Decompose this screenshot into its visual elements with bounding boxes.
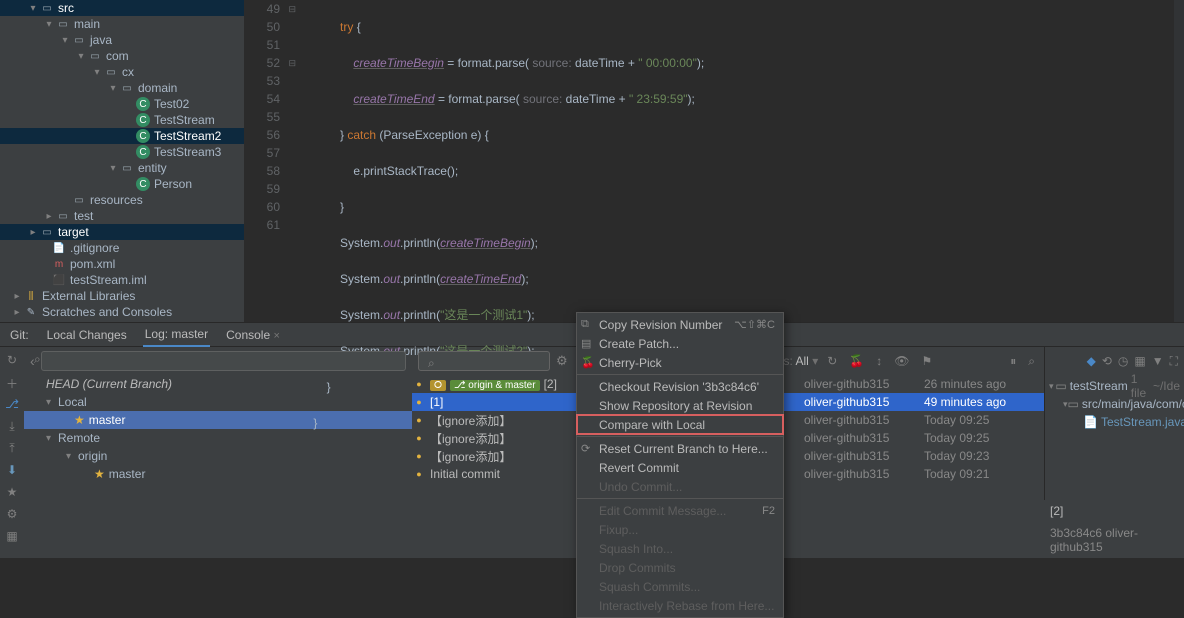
eye-icon[interactable]: 👁 [891,354,912,368]
menu-squash-commits: Squash Commits... [577,577,783,596]
commit-context-menu: ⧉Copy Revision Number⌥⇧⌘C ▤Create Patch.… [576,312,784,618]
back-icon[interactable]: ‹ [30,353,35,369]
cherry-pick-icon[interactable]: 🍒 [846,354,867,368]
reset-icon: ⟳ [581,442,590,455]
menu-undo-commit: Undo Commit... [577,477,783,496]
folder-icon: ▭ [72,193,86,207]
library-icon: ⫼ [24,289,38,303]
menu-reset-branch[interactable]: ⟳Reset Current Branch to Here... [577,439,783,458]
tree-class-teststream[interactable]: CTestStream [0,112,244,128]
tree-folder-entity[interactable]: ▾▭entity [0,160,244,176]
folder-icon: ▭ [104,65,118,79]
cherry-icon: 🍒 [581,356,595,369]
code-editor[interactable]: 49⊟ 50 51 52⊟ 53 54 55 56 57 58 59 60 61… [244,0,1184,322]
filter-gear-icon[interactable]: ⚙ [556,353,568,369]
tree-folder-main[interactable]: ▾▭main [0,16,244,32]
tree-external-libs[interactable]: ▸⫼External Libraries [0,288,244,304]
menu-create-patch[interactable]: ▤Create Patch... [577,334,783,353]
tree-folder-domain[interactable]: ▾▭domain [0,80,244,96]
maven-icon: m [52,257,66,271]
settings-icon[interactable]: ⚙ [5,507,19,521]
code-area[interactable]: try { createTimeBegin = format.parse( so… [300,0,1184,322]
menu-cherry-pick[interactable]: 🍒Cherry-Pick [577,353,783,372]
module-icon: ⬛ [52,273,66,287]
log-search-input[interactable] [418,351,550,371]
folder-icon: ▭ [40,1,54,15]
tab-log[interactable]: Log: master [143,323,210,347]
tree-folder-target[interactable]: ▸▭target [0,224,244,240]
tab-console[interactable]: Console × [224,324,282,346]
vcs-toolbar: ↻ ＋ ⎇ ⤓ ⤒ ⬇ ★ ⚙ ▦ [0,347,24,558]
push-icon[interactable]: ⤒ [5,441,19,455]
tree-class-teststream3[interactable]: CTestStream3 [0,144,244,160]
menu-checkout-revision[interactable]: Checkout Revision '3b3c84c6' [577,377,783,396]
more-icon[interactable]: ▦ [5,529,19,543]
copy-icon: ⧉ [581,318,589,331]
folder-icon: ▭ [120,161,134,175]
menu-squash-into: Squash Into... [577,539,783,558]
menu-edit-message: Edit Commit Message...F2 [577,501,783,520]
sort-icon[interactable]: ↕ [873,354,885,368]
favorite-icon[interactable]: ★ [5,485,19,499]
class-icon: C [136,113,150,127]
project-tree[interactable]: ▾▭src ▾▭main ▾▭java ▾▭com ▾▭cx ▾▭domain … [0,0,244,322]
plus-icon[interactable]: ＋ [5,375,19,389]
commit-detail: [2] 3b3c84c6 oliver-github315 [1042,500,1184,558]
tree-file-iml[interactable]: ⬛testStream.iml [0,272,244,288]
tree-folder-com[interactable]: ▾▭com [0,48,244,64]
menu-compare-local[interactable]: Compare with Local [577,415,783,434]
editor-marker-bar [1174,0,1184,322]
tree-class-teststream2[interactable]: CTestStream2 [0,128,244,144]
branch-search-input[interactable] [41,351,406,371]
pause-icon[interactable]: ⏸ [1007,354,1019,369]
tab-local-changes[interactable]: Local Changes [45,324,129,346]
folder-icon: ▭ [56,17,70,31]
search-commit-icon[interactable]: ⌕ [1025,354,1038,369]
tree-class-person[interactable]: CPerson [0,176,244,192]
refresh-log-icon[interactable]: ↻ [824,354,840,368]
file-icon: 📄 [52,241,66,255]
folder-icon: ▭ [120,81,134,95]
tree-folder-src[interactable]: ▾▭src [0,0,244,16]
menu-rebase-here: Interactively Rebase from Here... [577,596,783,615]
tree-class-test02[interactable]: CTest02 [0,96,244,112]
folder-icon: ▭ [56,209,70,223]
menu-show-repo[interactable]: Show Repository at Revision [577,396,783,415]
class-icon: C [136,97,150,111]
fetch-icon[interactable]: ⬇ [5,463,19,477]
menu-fixup: Fixup... [577,520,783,539]
tree-folder-test[interactable]: ▸▭test [0,208,244,224]
tree-folder-cx[interactable]: ▾▭cx [0,64,244,80]
refresh-icon[interactable]: ↻ [5,353,19,367]
tree-scratches[interactable]: ▸✎Scratches and Consoles [0,304,244,320]
folder-icon: ▭ [72,33,86,47]
menu-drop-commits: Drop Commits [577,558,783,577]
git-label: Git: [8,324,31,346]
class-icon: C [136,129,150,143]
tree-folder-resources[interactable]: ▭resources [0,192,244,208]
update-icon[interactable]: ⤓ [5,419,19,433]
pin-icon[interactable]: ⚑ [918,354,935,368]
folder-icon: ▭ [88,49,102,63]
new-branch-icon[interactable]: ⎇ [5,397,19,411]
class-icon: C [136,145,150,159]
gutter: 49⊟ 50 51 52⊟ 53 54 55 56 57 58 59 60 61 [244,0,300,322]
scratch-icon: ✎ [24,305,38,319]
close-icon[interactable]: × [273,330,279,342]
tree-file-gitignore[interactable]: 📄.gitignore [0,240,244,256]
tree-folder-java[interactable]: ▾▭java [0,32,244,48]
tree-file-pom[interactable]: mpom.xml [0,256,244,272]
class-icon: C [136,177,150,191]
patch-icon: ▤ [581,337,591,350]
menu-revert-commit[interactable]: Revert Commit [577,458,783,477]
menu-copy-revision[interactable]: ⧉Copy Revision Number⌥⇧⌘C [577,315,783,334]
folder-icon: ▭ [40,225,54,239]
